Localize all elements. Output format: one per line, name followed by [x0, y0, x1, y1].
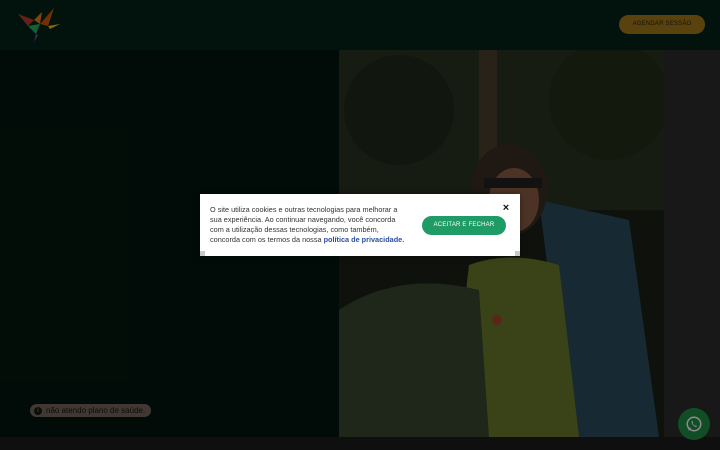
close-icon[interactable]: × — [500, 202, 512, 214]
modal-corner-bottom-right — [515, 251, 520, 256]
accept-and-close-button[interactable]: ACEITAR E FECHAR — [422, 216, 506, 235]
cookie-consent-dialog: O site utiliza cookies e outras tecnolog… — [200, 194, 520, 256]
modal-corner-bottom-left — [200, 251, 205, 256]
privacy-policy-link[interactable]: política de privacidade. — [324, 235, 405, 244]
cookie-message: O site utiliza cookies e outras tecnolog… — [210, 205, 410, 245]
page: AGENDAR SESSÃO i não atendo plano de saú… — [0, 0, 720, 450]
